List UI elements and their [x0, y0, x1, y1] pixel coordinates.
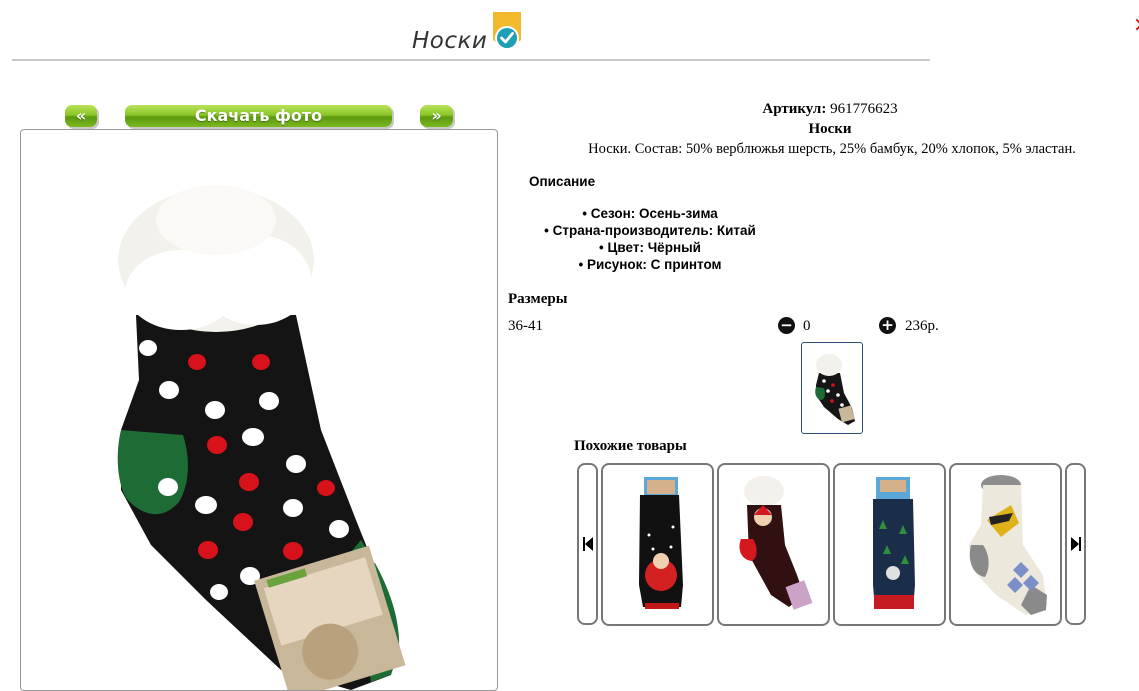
quantity-value: 0: [803, 318, 811, 334]
article-row: Артикул: 961776623: [530, 101, 1130, 118]
product-name: Носки: [808, 121, 852, 137]
verified-check-icon: [493, 12, 521, 52]
carousel-prev-button[interactable]: [577, 463, 598, 625]
carousel-next-button[interactable]: [1065, 463, 1086, 625]
product-composition: Носки. Состав: 50% верблюжья шерсть, 25%…: [588, 141, 1076, 157]
price-value: 236р.: [905, 318, 939, 334]
sock-thumbnail-image: [815, 354, 855, 425]
feature-item: Рисунок: С принтом: [500, 256, 800, 273]
photo-thumbnail[interactable]: [801, 342, 863, 434]
sizes-title: Размеры: [508, 291, 568, 307]
page-title: Носки: [412, 28, 488, 54]
main-product-photo[interactable]: [20, 129, 498, 691]
similar-product-card[interactable]: [949, 463, 1062, 626]
santa-sock-image: [639, 477, 683, 609]
christmas-tree-sock-image: [873, 477, 915, 609]
feature-list: Сезон: Осень-зима Страна-производитель: …: [500, 205, 800, 273]
plus-circle-icon[interactable]: +: [879, 317, 896, 334]
sock-image: [117, 185, 406, 690]
wool-sock-image: [969, 475, 1047, 615]
santa-fur-sock-image: [739, 476, 813, 610]
skip-next-icon: [1071, 537, 1081, 551]
download-photo-button[interactable]: Скачать фото: [125, 105, 392, 127]
minus-circle-icon[interactable]: −: [778, 317, 795, 334]
description-title: Описание: [529, 174, 596, 189]
header-divider: [12, 59, 930, 61]
similar-product-card[interactable]: [833, 463, 946, 626]
similar-products-title: Похожие товары: [574, 438, 687, 454]
feature-item: Цвет: Чёрный: [500, 239, 800, 256]
similar-product-card[interactable]: [717, 463, 830, 626]
next-photo-button[interactable]: »: [420, 105, 453, 127]
similar-product-card[interactable]: [601, 463, 714, 626]
close-icon[interactable]: ×: [1133, 12, 1139, 40]
feature-item: Страна-производитель: Китай: [500, 222, 800, 239]
skip-previous-icon: [583, 537, 593, 551]
prev-photo-button[interactable]: «: [65, 105, 97, 127]
feature-item: Сезон: Осень-зима: [500, 205, 800, 222]
size-label: 36-41: [508, 318, 543, 334]
article-label: Артикул:: [762, 101, 827, 117]
article-value: 961776623: [830, 101, 898, 117]
